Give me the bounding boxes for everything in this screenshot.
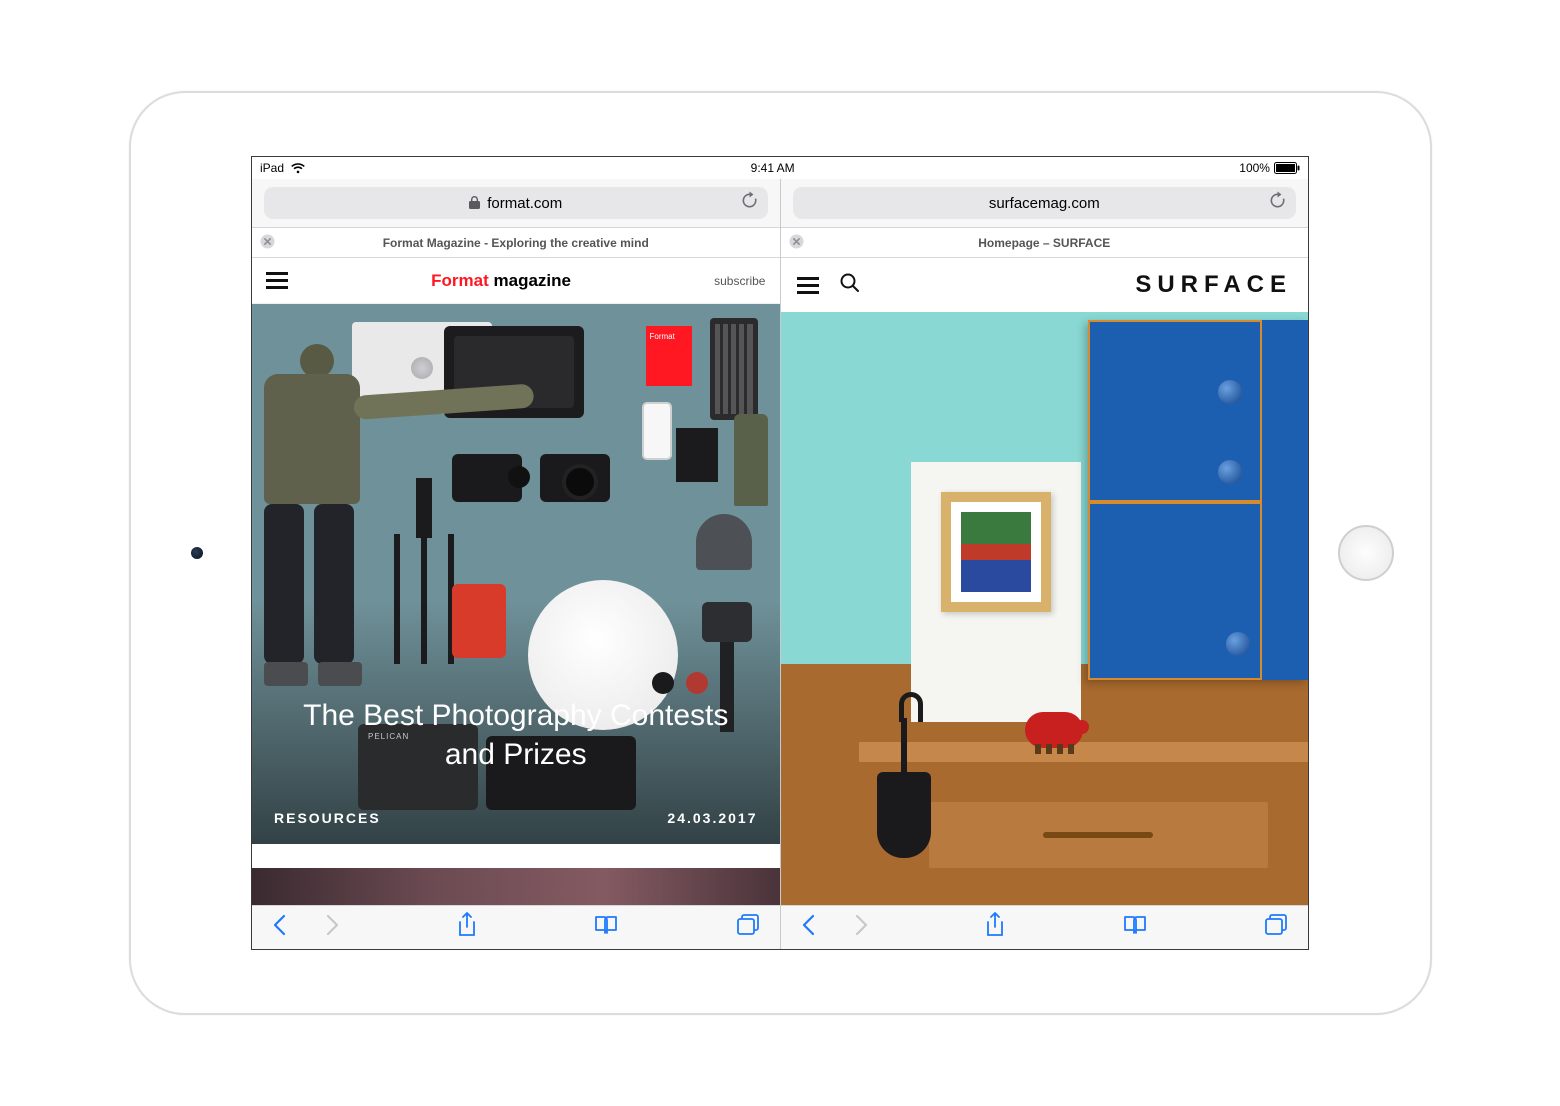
address-bar[interactable]: format.com <box>264 187 768 219</box>
blue-cabinet <box>1088 320 1308 680</box>
format-hero[interactable]: The Best Photography Contests and Prizes… <box>252 304 780 844</box>
reload-icon[interactable] <box>1269 192 1286 215</box>
back-icon[interactable] <box>272 914 286 941</box>
split-pane-left: format.com Format Magazine - Exploring t… <box>252 179 781 949</box>
tabs-icon[interactable] <box>736 914 760 941</box>
split-pane-right: surfacemag.com Homepage – SURFACE <box>781 179 1309 949</box>
subscribe-link[interactable]: subscribe <box>714 274 765 288</box>
share-icon[interactable] <box>457 912 477 943</box>
tab-title: Format Magazine - Exploring the creative… <box>252 236 780 250</box>
format-header: Format magazine subscribe <box>252 258 780 304</box>
framed-artwork <box>941 492 1051 612</box>
home-button[interactable] <box>1338 525 1394 581</box>
surface-hero[interactable] <box>781 312 1309 905</box>
clock: 9:41 AM <box>751 161 795 175</box>
format-logo[interactable]: Format magazine <box>431 271 571 291</box>
hero-category: RESOURCES <box>274 810 381 826</box>
forward-icon <box>326 914 340 941</box>
share-icon[interactable] <box>985 912 1005 943</box>
tab-title-row: Format Magazine - Exploring the creative… <box>252 228 780 258</box>
hero-overlay-text: The Best Photography Contests and Prizes… <box>252 696 780 826</box>
address-bar-row: format.com <box>252 179 780 228</box>
hero-title: The Best Photography Contests and Prizes <box>274 696 758 774</box>
device-label: iPad <box>260 161 284 175</box>
next-article-preview[interactable] <box>252 868 780 905</box>
hero-date: 24.03.2017 <box>667 810 757 826</box>
status-bar: iPad 9:41 AM 100% <box>252 157 1308 179</box>
battery-percent: 100% <box>1239 161 1270 175</box>
reload-icon[interactable] <box>741 192 758 215</box>
bottom-toolbar-left <box>252 905 780 949</box>
page-content-right[interactable]: SURFACE <box>781 258 1309 905</box>
url-host: format.com <box>487 195 562 212</box>
front-camera <box>191 547 203 559</box>
hamburger-icon[interactable] <box>266 272 288 289</box>
bookmarks-icon[interactable] <box>593 914 619 941</box>
bookmarks-icon[interactable] <box>1122 914 1148 941</box>
tab-title-row: Homepage – SURFACE <box>781 228 1309 258</box>
close-tab-icon[interactable] <box>260 234 275 252</box>
page-content-left[interactable]: Format magazine subscribe <box>252 258 780 905</box>
bottom-toolbar-right <box>781 905 1309 949</box>
umbrella <box>877 692 931 862</box>
close-tab-icon[interactable] <box>789 234 804 252</box>
url-host: surfacemag.com <box>989 195 1100 212</box>
hamburger-icon[interactable] <box>797 277 819 294</box>
ipad-device-frame: iPad 9:41 AM 100% <box>129 91 1432 1015</box>
tab-title: Homepage – SURFACE <box>781 236 1309 250</box>
tabs-icon[interactable] <box>1264 914 1288 941</box>
screen: iPad 9:41 AM 100% <box>251 156 1309 950</box>
surface-header: SURFACE <box>781 258 1309 312</box>
address-bar-row: surfacemag.com <box>781 179 1309 228</box>
address-bar[interactable]: surfacemag.com <box>793 187 1297 219</box>
surface-logo[interactable]: SURFACE <box>1135 271 1292 299</box>
battery-icon <box>1274 162 1300 174</box>
search-icon[interactable] <box>839 272 861 299</box>
back-icon[interactable] <box>801 914 815 941</box>
wifi-icon <box>290 162 306 174</box>
red-pig-figurine <box>1025 712 1083 748</box>
forward-icon <box>855 914 869 941</box>
lock-icon <box>469 196 481 210</box>
